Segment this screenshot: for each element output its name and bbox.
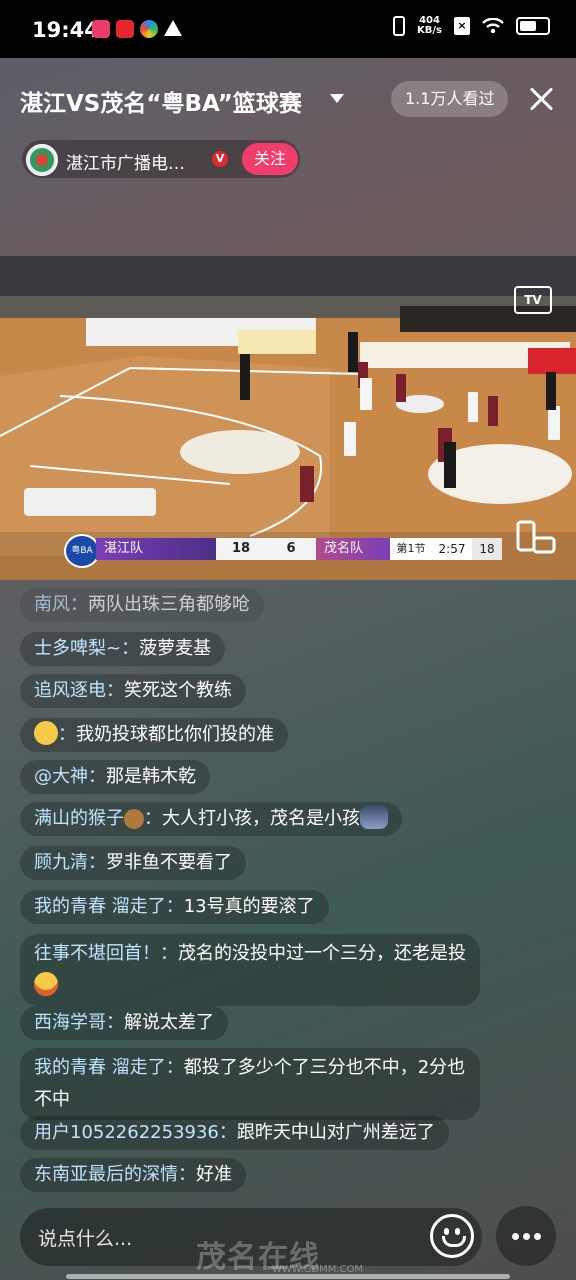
video-player[interactable]: TV 粤BA 湛江队 18 6 茂名队 第1节 2:57 18 (0, 256, 576, 580)
comment-text: 那是韩木乾 (106, 766, 196, 787)
comment-text: 罗非鱼不要看了 (106, 852, 232, 873)
comment-item[interactable]: ：我奶投球都比你们投的准 (20, 718, 288, 752)
comment-input-placeholder[interactable]: 说点什么... (38, 1224, 132, 1251)
home-team-name: 湛江队 (96, 538, 216, 560)
status-time: 19:44 (32, 18, 99, 42)
verified-icon: V (212, 151, 228, 167)
monkey-emoji-icon (124, 809, 144, 829)
comment-user[interactable]: 西海学哥 (34, 1012, 106, 1033)
app-notification-icon (116, 20, 134, 38)
comment-user[interactable]: 我的青春 溜走了 (34, 896, 166, 917)
comment-text: 跟昨天中山对广州差远了 (236, 1122, 435, 1143)
comment-item[interactable]: 往事不堪回首！：茂名的没投中过一个三分，还老是投 (20, 934, 480, 1006)
more-button[interactable] (496, 1206, 556, 1266)
app-notification-icon (140, 20, 158, 38)
comment-user[interactable]: 士多啤梨~ (34, 638, 121, 659)
comment-item[interactable]: @大神：那是韩木乾 (20, 760, 210, 794)
vibrate-icon (393, 16, 406, 36)
comment-text: 13号真的要滚了 (183, 896, 315, 917)
comment-user[interactable]: 往事不堪回首！ (34, 943, 160, 964)
channel-info[interactable]: 湛江市广播电… V 关注 (22, 140, 300, 178)
comment-item[interactable]: 我的青春 溜走了：都投了多少个了三分也不中，2分也不中 (20, 1048, 480, 1120)
comment-text: 笑死这个教练 (124, 680, 232, 701)
chevron-down-icon[interactable] (330, 94, 344, 103)
notification-icons (92, 20, 182, 38)
comment-item[interactable]: 追风逐电：笑死这个教练 (20, 674, 246, 708)
rotate-screen-icon[interactable] (516, 520, 556, 554)
home-team-score: 18 (216, 538, 266, 560)
comment-text: 菠萝麦基 (139, 638, 212, 659)
comment-user[interactable]: 满山的猴子 (34, 808, 124, 829)
tv-cast-icon[interactable]: TV (514, 286, 552, 314)
sim-icon: × (454, 17, 470, 35)
net-speed: 404 KB/s (417, 15, 442, 36)
live-header: 湛江VS茂名“粤BA”篮球赛 1.1万人看过 湛江市广播电… V 关注 (0, 58, 576, 238)
comment-item[interactable]: 我的青春 溜走了：13号真的要滚了 (20, 890, 329, 924)
comment-user[interactable]: 东南亚最后的深情 (34, 1164, 178, 1185)
more-dot-icon (512, 1233, 519, 1240)
comment-item[interactable]: 西海学哥：解说太差了 (20, 1006, 228, 1040)
comment-text: 茂名的没投中过一个三分，还老是投 (178, 943, 466, 964)
game-period: 第1节 (390, 538, 432, 560)
battery-icon (516, 17, 550, 35)
comment-item[interactable]: 东南亚最后的深情：好准 (20, 1158, 246, 1192)
channel-name[interactable]: 湛江市广播电… (66, 149, 185, 174)
comment-item[interactable]: 满山的猴子 ：大人打小孩，茂名是小孩 (20, 802, 402, 836)
viewer-count-badge[interactable]: 1.1万人看过 (391, 81, 509, 117)
stream-title[interactable]: 湛江VS茂名“粤BA”篮球赛 (20, 84, 302, 118)
laughing-emoji-icon (34, 972, 58, 996)
comment-text: 两队出珠三角都够呛 (88, 594, 250, 615)
comment-text: 解说太差了 (124, 1012, 214, 1033)
comment-text: 我奶投球都比你们投的准 (76, 724, 274, 745)
basketball-court-scene (0, 256, 576, 580)
wifi-icon (482, 18, 504, 34)
away-team-name: 茂名队 (316, 538, 390, 560)
more-dot-icon (523, 1233, 530, 1240)
close-button[interactable] (524, 82, 558, 116)
follow-button[interactable]: 关注 (242, 143, 298, 175)
game-clock: 2:57 (432, 538, 472, 560)
comment-user[interactable]: 南风 (34, 594, 70, 615)
channel-avatar[interactable] (26, 144, 58, 176)
shush-emoji-icon (34, 721, 58, 745)
comment-text: 好准 (196, 1164, 232, 1185)
more-dot-icon (534, 1233, 541, 1240)
comment-user[interactable]: @大神 (34, 766, 88, 787)
warning-icon (164, 20, 182, 36)
status-right: 404 KB/s × (393, 16, 550, 36)
comment-item[interactable]: 士多啤梨~：菠萝麦基 (20, 632, 226, 666)
app-notification-icon (92, 20, 110, 38)
husky-emoji-icon (360, 805, 388, 829)
comment-item[interactable]: 顾九清：罗非鱼不要看了 (20, 846, 246, 880)
away-team-score: 6 (266, 538, 316, 560)
comment-user[interactable]: 追风逐电 (34, 680, 106, 701)
shot-clock: 18 (472, 538, 502, 560)
home-indicator[interactable] (66, 1274, 510, 1279)
comment-item[interactable]: 用户1052262253936：跟昨天中山对广州差远了 (20, 1116, 449, 1150)
comment-user[interactable]: 顾九清 (34, 852, 88, 873)
comment-item[interactable]: 南风：两队出珠三角都够呛 (20, 588, 264, 622)
league-logo: 粤BA (64, 534, 100, 568)
comment-text: 大人打小孩，茂名是小孩 (162, 808, 360, 829)
comment-user[interactable]: 我的青春 溜走了 (34, 1057, 166, 1078)
status-bar: 19:44 404 KB/s × (0, 0, 576, 58)
comment-user[interactable]: 用户1052262253936 (34, 1122, 219, 1143)
